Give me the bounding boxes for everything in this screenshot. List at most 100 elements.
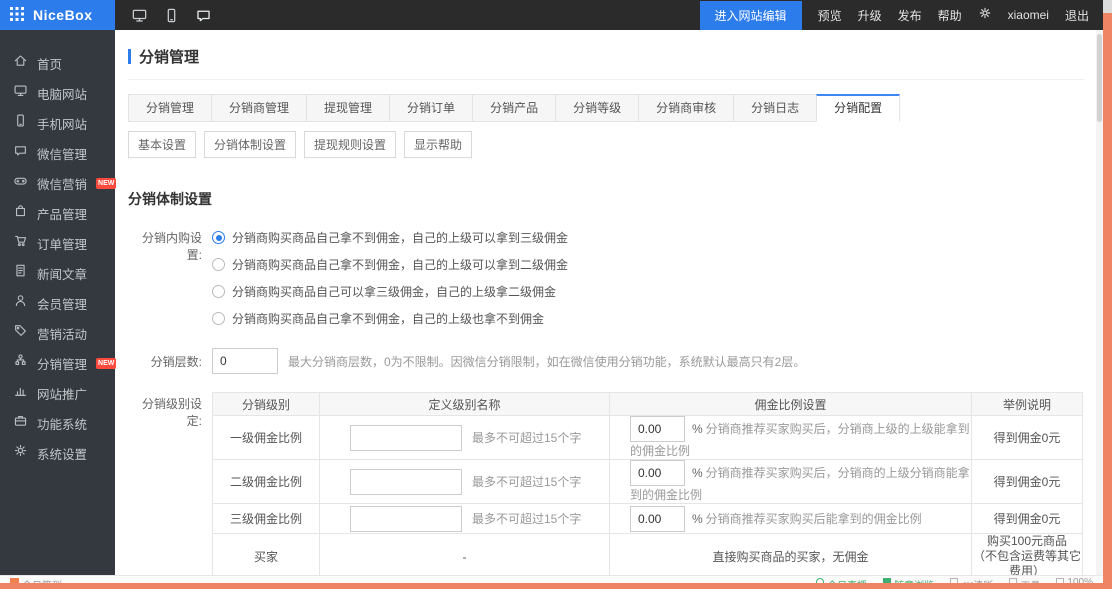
example-cell: 得到佣金0元 (972, 504, 1083, 534)
sidebar-item-label: 电脑网站 (37, 84, 87, 103)
rate-input[interactable] (630, 416, 685, 442)
radio-option-label: 分销商购买商品自己拿不到佣金，自己的上级可以拿到二级佣金 (232, 256, 568, 273)
rate-input[interactable] (630, 506, 685, 532)
capture-strip-bottom (0, 583, 1103, 589)
table-header-cell: 佣金比例设置 (610, 393, 972, 416)
new-badge: NEW (96, 178, 116, 189)
buyer-row: 买家-直接购买商品的买家，无佣金购买100元商品（不包含运费等其它费用） (213, 534, 1083, 576)
level-name-input[interactable] (350, 425, 462, 451)
tab-bar: 分销管理分销商管理提现管理分销订单分销产品分销等级分销商审核分销日志分销配置 (128, 94, 1096, 122)
level-cell: 一级佣金比例 (213, 416, 320, 460)
subtab-bar: 基本设置分销体制设置提现规则设置显示帮助 (128, 131, 1096, 158)
sidebar-item-chat[interactable]: 微信管理 (0, 138, 115, 168)
sidebar-items: 首页电脑网站手机网站微信管理微信营销 NEW 产品管理订单管理新闻文章会员管理营销活… (0, 48, 115, 468)
layers-label: 分销层数: (128, 348, 212, 374)
table-header-row: 分销级别定义级别名称佣金比例设置举例说明 (213, 393, 1083, 416)
monitor-icon[interactable] (131, 7, 148, 24)
page-title: 分销管理 (139, 46, 199, 67)
table-row: 一级佣金比例最多不可超过15个字%分销商推荐买家购买后，分销商上级的上级能拿到的… (213, 416, 1083, 460)
top-menu-item[interactable]: 帮助 (938, 7, 962, 24)
chat-icon[interactable] (195, 7, 212, 24)
toolbar-right-group: 今日直播随意浏览4K清晰工具100% (816, 576, 1093, 583)
tab-4[interactable]: 分销订单 (389, 94, 473, 122)
radio-option-4[interactable]: 分销商购买商品自己拿不到佣金，自己的上级也拿不到佣金 (212, 305, 568, 332)
sidebar-item-gamepad[interactable]: 微信营销 NEW (0, 168, 115, 198)
rate-cell: %分销商推荐买家购买后能拿到的佣金比例 (610, 504, 972, 534)
radio-option-3[interactable]: 分销商购买商品自己可以拿三级佣金，自己的上级拿二级佣金 (212, 278, 568, 305)
percent-sign: % (692, 466, 703, 480)
table-header-cell: 分销级别 (213, 393, 320, 416)
chart-icon (13, 383, 28, 403)
radio-option-2[interactable]: 分销商购买商品自己拿不到佣金，自己的上级可以拿到二级佣金 (212, 251, 568, 278)
tab-1[interactable]: 分销管理 (128, 94, 212, 122)
sidebar-item-briefcase[interactable]: 功能系统 (0, 408, 115, 438)
subtab-1[interactable]: 基本设置 (128, 131, 196, 158)
sidebar-item-sitemap[interactable]: 分销管理 NEW (0, 348, 115, 378)
table-header-cell: 举例说明 (972, 393, 1083, 416)
right-edge-block (1103, 0, 1112, 13)
sidebar-item-gear[interactable]: 系统设置 (0, 438, 115, 468)
apps-grid-icon[interactable] (10, 7, 24, 24)
top-menu-item[interactable]: 预览 (818, 7, 842, 24)
tab-2[interactable]: 分销商管理 (211, 94, 307, 122)
top-menu-item[interactable]: 升级 (858, 7, 882, 24)
radio-unselected-icon[interactable] (212, 312, 225, 325)
radio-unselected-icon[interactable] (212, 258, 225, 271)
sidebar-item-tag[interactable]: 营销活动 (0, 318, 115, 348)
subtab-3[interactable]: 提现规则设置 (304, 131, 396, 158)
rate-input[interactable] (630, 460, 685, 486)
tab-5[interactable]: 分销产品 (472, 94, 556, 122)
gamepad-icon (13, 173, 28, 193)
sitemap-icon (13, 353, 28, 373)
bag-icon (13, 203, 28, 223)
sidebar-item-phone[interactable]: 手机网站 (0, 108, 115, 138)
sidebar-item-label: 产品管理 (37, 204, 87, 223)
name-cell: 最多不可超过15个字 (320, 416, 610, 460)
radio-selected-icon[interactable] (212, 231, 225, 244)
sidebar-item-doc[interactable]: 新闻文章 (0, 258, 115, 288)
top-bar: NiceBox 进入网站编辑 预览升级发布帮助 xiaomei 退出 (0, 0, 1103, 30)
username[interactable]: xiaomei (1008, 8, 1049, 22)
sidebar-item-label: 首页 (37, 54, 62, 73)
phone-icon[interactable] (163, 7, 180, 24)
device-switcher (131, 7, 212, 24)
logo[interactable]: NiceBox (0, 0, 115, 30)
sidebar-item-bag[interactable]: 产品管理 (0, 198, 115, 228)
buyer-example-line2: （不包含运费等其它费用） (972, 549, 1082, 575)
scrollbar-thumb[interactable] (1097, 34, 1102, 122)
tab-6[interactable]: 分销等级 (555, 94, 639, 122)
inner-purchase-row: 分销内购设置: 分销商购买商品自己拿不到佣金，自己的上级可以拿到三级佣金分销商购… (128, 224, 1096, 332)
logout-link[interactable]: 退出 (1065, 7, 1089, 24)
sidebar-item-cart[interactable]: 订单管理 (0, 228, 115, 258)
layers-input[interactable] (212, 348, 278, 374)
sidebar-item-label: 营销活动 (37, 324, 87, 343)
subtab-2[interactable]: 分销体制设置 (204, 131, 296, 158)
buyer-desc-cell: 直接购买商品的买家，无佣金 (610, 534, 972, 576)
tab-9[interactable]: 分销配置 (816, 94, 900, 122)
level-table-row: 分销级别设定: 分销级别定义级别名称佣金比例设置举例说明一级佣金比例最多不可超过… (128, 390, 1096, 575)
cart-icon (13, 233, 28, 253)
clipped-bottom-toolbar: 今日签到 今日直播随意浏览4K清晰工具100% (0, 575, 1103, 583)
tab-3[interactable]: 提现管理 (306, 94, 390, 122)
level-name-input[interactable] (350, 506, 462, 532)
sidebar-item-home[interactable]: 首页 (0, 48, 115, 78)
sidebar-item-label: 分销管理 (37, 354, 87, 373)
tab-8[interactable]: 分销日志 (733, 94, 817, 122)
radio-option-1[interactable]: 分销商购买商品自己拿不到佣金，自己的上级可以拿到三级佣金 (212, 224, 568, 251)
subtab-4[interactable]: 显示帮助 (404, 131, 472, 158)
gear-icon[interactable] (978, 6, 992, 25)
logo-text: NiceBox (33, 7, 93, 23)
radio-unselected-icon[interactable] (212, 285, 225, 298)
new-badge: NEW (96, 358, 116, 369)
level-table-wrap: 分销级别定义级别名称佣金比例设置举例说明一级佣金比例最多不可超过15个字%分销商… (212, 390, 1083, 575)
sidebar-item-user[interactable]: 会员管理 (0, 288, 115, 318)
tab-7[interactable]: 分销商审核 (638, 94, 734, 122)
enter-site-edit-button[interactable]: 进入网站编辑 (700, 1, 802, 30)
sidebar-item-monitor[interactable]: 电脑网站 (0, 78, 115, 108)
top-menu-item[interactable]: 发布 (898, 7, 922, 24)
sidebar-item-label: 微信营销 (37, 174, 87, 193)
level-name-input[interactable] (350, 469, 462, 495)
sidebar-item-chart[interactable]: 网站推广 (0, 378, 115, 408)
name-cell: 最多不可超过15个字 (320, 460, 610, 504)
name-hint: 最多不可超过15个字 (472, 431, 581, 445)
